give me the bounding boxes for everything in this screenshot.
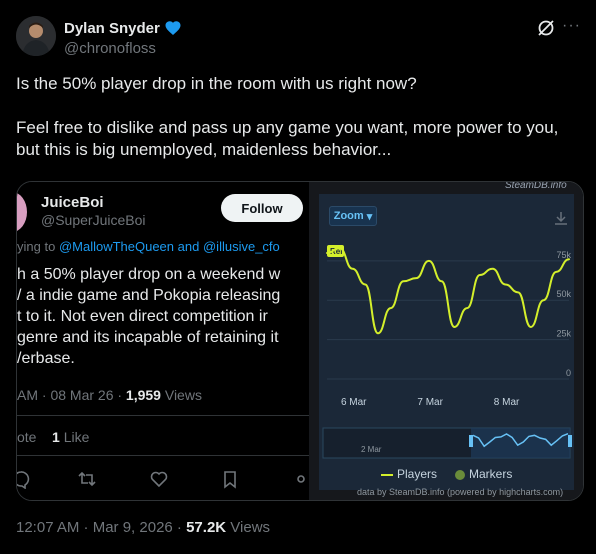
more-options-icon[interactable]: ··· [562,18,582,38]
views-count: 57.2K [186,519,227,536]
author-avatar[interactable] [16,16,56,56]
quoted-meta: AM · 08 Mar 26 · 1,959 Views [17,387,202,403]
navigator-handle-right [568,435,572,447]
quoted-engagement: ote 1 Like [17,429,90,445]
chart-credit: data by SteamDB.info (powered by highcha… [357,487,564,497]
chart-legend: Players Markers [381,467,512,481]
quoted-screenshot[interactable]: JuiceBoi @SuperJuiceBoi Follow ying to @… [17,182,309,500]
navigator-handle-left [469,435,473,447]
legend-markers: Markers [455,467,512,481]
x-tick-label: 8 Mar [494,397,520,408]
media-attachment[interactable]: JuiceBoi @SuperJuiceBoi Follow ying to @… [16,181,584,501]
replying-to: ying to @MallowTheQueen and @illusive_cf… [17,239,280,254]
quoted-name: JuiceBoi [41,194,104,211]
reply-icon [17,471,30,489]
like-icon [150,471,168,488]
quoted-text: h a 50% player drop on a weekend w / a i… [17,266,281,367]
tweet-paragraph: Is the 50% player drop in the room with … [16,74,417,93]
tweet-paragraph: Feel free to dislike and pass up any gam… [16,118,559,159]
x-tick-label: 7 Mar [417,397,443,408]
post-timestamp[interactable]: 12:07 AM · Mar 9, 2026 · [16,519,182,536]
author-name[interactable]: Dylan Snyder [64,19,182,37]
divider [17,415,309,416]
steamdb-chart-screenshot[interactable]: SteamDB.info Zoom ▾ 75k 50k 25k 0 6 Mar 7 Ma… [309,182,583,500]
x-tick-label: 6 Mar [341,397,367,408]
y-tick-label: 25k [556,329,571,339]
legend-players: Players [381,467,437,481]
divider [17,455,309,456]
y-axis-ticks: 75k50k25k0 [556,250,571,378]
grok-icon[interactable] [536,18,556,38]
steamdb-watermark: SteamDB.info [505,182,567,191]
x-axis-ticks: 6 Mar 7 Mar 8 Mar [341,397,520,408]
repost-icon [78,471,96,487]
chart-grid [327,260,569,380]
y-tick-label: 50k [556,289,571,299]
chart-panel: Zoom ▾ 75k 50k 25k 0 6 Mar 7 Mar 8 Mar Rel [319,194,574,497]
follow-button: Follow [221,194,303,222]
tweet-text: Is the 50% player drop in the room with … [16,73,582,161]
author-handle[interactable]: @chronofloss [64,40,156,57]
mention-link: @MallowTheQueen [58,239,175,254]
player-chart: 75k50k25k0 6 Mar 7 Mar 8 Mar Rel 2 Mar [322,245,572,459]
quoted-avatar [17,192,27,232]
post-meta: 12:07 AM · Mar 9, 2026 · 57.2K Views [16,519,271,536]
share-icon [297,475,305,483]
mention-link: @illusive_cfo [202,239,280,254]
navigator-label: 2 Mar [361,445,382,454]
navigator: 2 Mar [322,427,572,459]
y-tick-label: 0 [566,368,571,378]
bookmark-icon [224,471,236,489]
quoted-handle: @SuperJuiceBoi [41,212,146,228]
verified-badge-icon [165,21,181,36]
